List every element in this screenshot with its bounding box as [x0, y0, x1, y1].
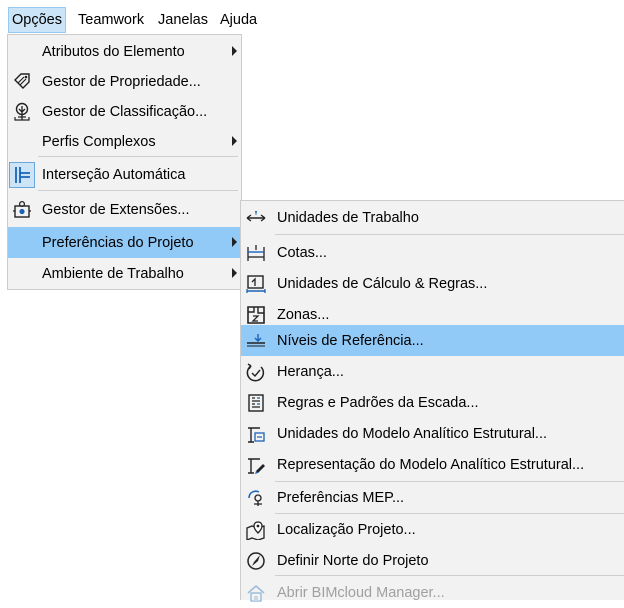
- menu-item-label: Unidades do Modelo Analítico Estrutural.…: [277, 425, 548, 442]
- menu-item-working-units[interactable]: Unidades de Trabalho: [241, 202, 624, 233]
- menu-item-property-manager[interactable]: Gestor de Propriedade...: [8, 66, 241, 97]
- menu-item-mep-preferences[interactable]: Preferências MEP...: [241, 482, 624, 513]
- reference-levels-icon: [245, 330, 267, 352]
- menu-item-label: Herança...: [277, 363, 344, 380]
- menu-item-label: Gestor de Extensões...: [42, 201, 190, 218]
- menu-item-complex-profiles[interactable]: Perfis Complexos: [8, 126, 241, 157]
- menu-ajuda[interactable]: Ajuda: [217, 8, 260, 32]
- project-preferences-submenu: Unidades de Trabalho Cotas... Unidades d…: [240, 200, 624, 602]
- menu-item-work-environment[interactable]: Ambiente de Trabalho: [8, 258, 241, 289]
- menu-item-label: Ambiente de Trabalho: [42, 265, 184, 282]
- menu-separator: [275, 575, 624, 576]
- menu-item-extension-manager[interactable]: Gestor de Extensões...: [8, 194, 241, 225]
- calculation-units-icon: [245, 273, 267, 295]
- tag-icon: [11, 71, 33, 93]
- menu-item-label: Preferências do Projeto: [42, 234, 194, 251]
- menu-item-label: Zonas...: [277, 306, 330, 323]
- menu-item-label: Definir Norte do Projeto: [277, 552, 429, 569]
- menu-item-project-preferences[interactable]: Preferências do Projeto: [8, 227, 241, 258]
- menu-item-auto-intersection[interactable]: Interseção Automática: [8, 159, 241, 190]
- menu-item-label: Atributos do Elemento: [42, 43, 185, 60]
- classification-tree-icon: [11, 101, 33, 123]
- menu-teamwork[interactable]: Teamwork: [75, 8, 147, 32]
- menu-item-dimensions[interactable]: Cotas...: [241, 237, 624, 268]
- menu-item-label: Unidades de Cálculo & Regras...: [277, 275, 488, 292]
- menu-item-label: Preferências MEP...: [277, 489, 405, 506]
- submenu-arrow-icon: [232, 237, 237, 247]
- menu-item-label: Gestor de Classificação...: [42, 103, 208, 120]
- menu-item-stair-rules[interactable]: Regras e Padrões da Escada...: [241, 387, 624, 418]
- zones-icon: [245, 304, 267, 326]
- menu-opcoes[interactable]: Opções: [8, 7, 66, 33]
- menu-separator: [38, 156, 238, 157]
- bimcloud-icon: [245, 582, 267, 604]
- menu-item-structural-representation[interactable]: Representação do Modelo Analítico Estrut…: [241, 449, 624, 480]
- menu-item-inheritance[interactable]: Herança...: [241, 356, 624, 387]
- menu-item-label: Representação do Modelo Analítico Estrut…: [277, 456, 585, 473]
- menu-item-element-attributes[interactable]: Atributos do Elemento: [8, 36, 241, 67]
- submenu-arrow-icon: [232, 136, 237, 146]
- working-units-icon: [245, 207, 267, 229]
- menu-item-label: Cotas...: [277, 244, 327, 261]
- menu-item-label: Unidades de Trabalho: [277, 209, 419, 226]
- location-icon: [245, 519, 267, 541]
- menu-item-calculation-units[interactable]: Unidades de Cálculo & Regras...: [241, 268, 624, 299]
- menu-bar: Opções Teamwork Janelas Ajuda: [0, 0, 624, 34]
- menu-item-label: Interseção Automática: [42, 166, 186, 183]
- submenu-arrow-icon: [232, 46, 237, 56]
- menu-separator: [275, 234, 624, 235]
- menu-item-structural-units[interactable]: Unidades do Modelo Analítico Estrutural.…: [241, 418, 624, 449]
- structural-units-icon: [245, 423, 267, 445]
- menu-separator: [38, 190, 238, 191]
- menu-item-label: Regras e Padrões da Escada...: [277, 394, 479, 411]
- menu-item-label: Abrir BIMcloud Manager...: [277, 584, 445, 601]
- menu-item-label: Localização Projeto...: [277, 521, 416, 538]
- compass-icon: [245, 550, 267, 572]
- menu-janelas[interactable]: Janelas: [155, 8, 211, 32]
- options-menu: Atributos do Elemento Gestor de Propried…: [7, 34, 242, 290]
- menu-item-label: Perfis Complexos: [42, 133, 156, 150]
- menu-item-project-location[interactable]: Localização Projeto...: [241, 514, 624, 545]
- menu-item-label: Gestor de Propriedade...: [42, 73, 201, 90]
- stair-rules-icon: [245, 392, 267, 414]
- mep-icon: [245, 487, 267, 509]
- menu-item-label: Níveis de Referência...: [277, 332, 424, 349]
- menu-item-set-project-north[interactable]: Definir Norte do Projeto: [241, 545, 624, 576]
- menu-item-classification-manager[interactable]: Gestor de Classificação...: [8, 96, 241, 127]
- menu-item-open-bimcloud-manager: Abrir BIMcloud Manager...: [241, 577, 624, 608]
- menu-item-reference-levels[interactable]: Níveis de Referência...: [241, 325, 624, 356]
- auto-intersection-icon: [9, 161, 35, 188]
- dimensions-icon: [245, 242, 267, 264]
- puzzle-icon: [11, 199, 33, 221]
- inheritance-icon: [245, 361, 267, 383]
- submenu-arrow-icon: [232, 268, 237, 278]
- structural-representation-icon: [245, 454, 267, 476]
